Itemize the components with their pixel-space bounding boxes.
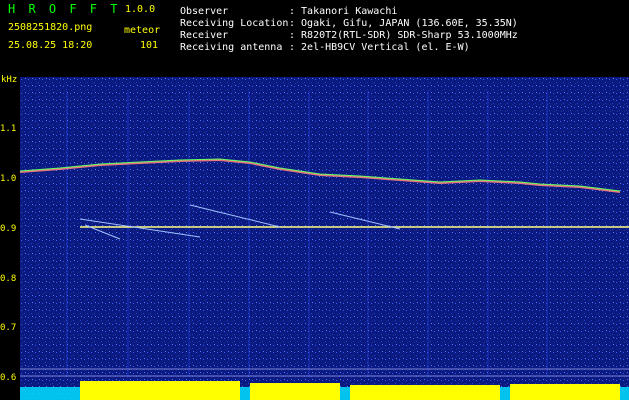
spectrogram-noise	[20, 77, 629, 400]
y-tick-0-6: 0.6	[0, 373, 17, 383]
observer-label: Observer	[180, 6, 229, 17]
app-version: 1.0.0	[125, 4, 156, 15]
y-tick-1-0: 1.0	[0, 174, 17, 184]
observer-value: : Takanori Kawachi	[289, 6, 398, 17]
mode-label: meteor	[124, 25, 161, 36]
location-value: : Ogaki, Gifu, JAPAN (136.60E, 35.35N)	[289, 18, 518, 29]
y-tick-0-7: 0.7	[0, 323, 17, 333]
receiver-label: Receiver	[180, 30, 229, 41]
spectrogram	[20, 77, 629, 400]
y-tick-1-1: 1.1	[0, 124, 17, 134]
header-panel: H R O F F T 1.0.0 2508251820.png meteor …	[0, 0, 629, 76]
antenna-label: Receiving antenna	[180, 42, 283, 53]
location-label: Receiving Location	[180, 18, 289, 29]
count-value: 101	[140, 40, 159, 51]
receiver-value: : R820T2(RTL-SDR) SDR-Sharp 53.1000MHz	[289, 30, 518, 41]
date-time: 25.08.25 18:20	[8, 40, 93, 51]
app-title: H R O F F T	[8, 2, 121, 16]
y-tick-0-9: 0.9	[0, 224, 17, 234]
y-axis-unit: kHz	[1, 75, 18, 85]
file-name: 2508251820.png	[8, 22, 93, 33]
y-tick-0-8: 0.8	[0, 274, 17, 284]
antenna-value: : 2el-HB9CV Vertical (el. E-W)	[289, 42, 470, 53]
